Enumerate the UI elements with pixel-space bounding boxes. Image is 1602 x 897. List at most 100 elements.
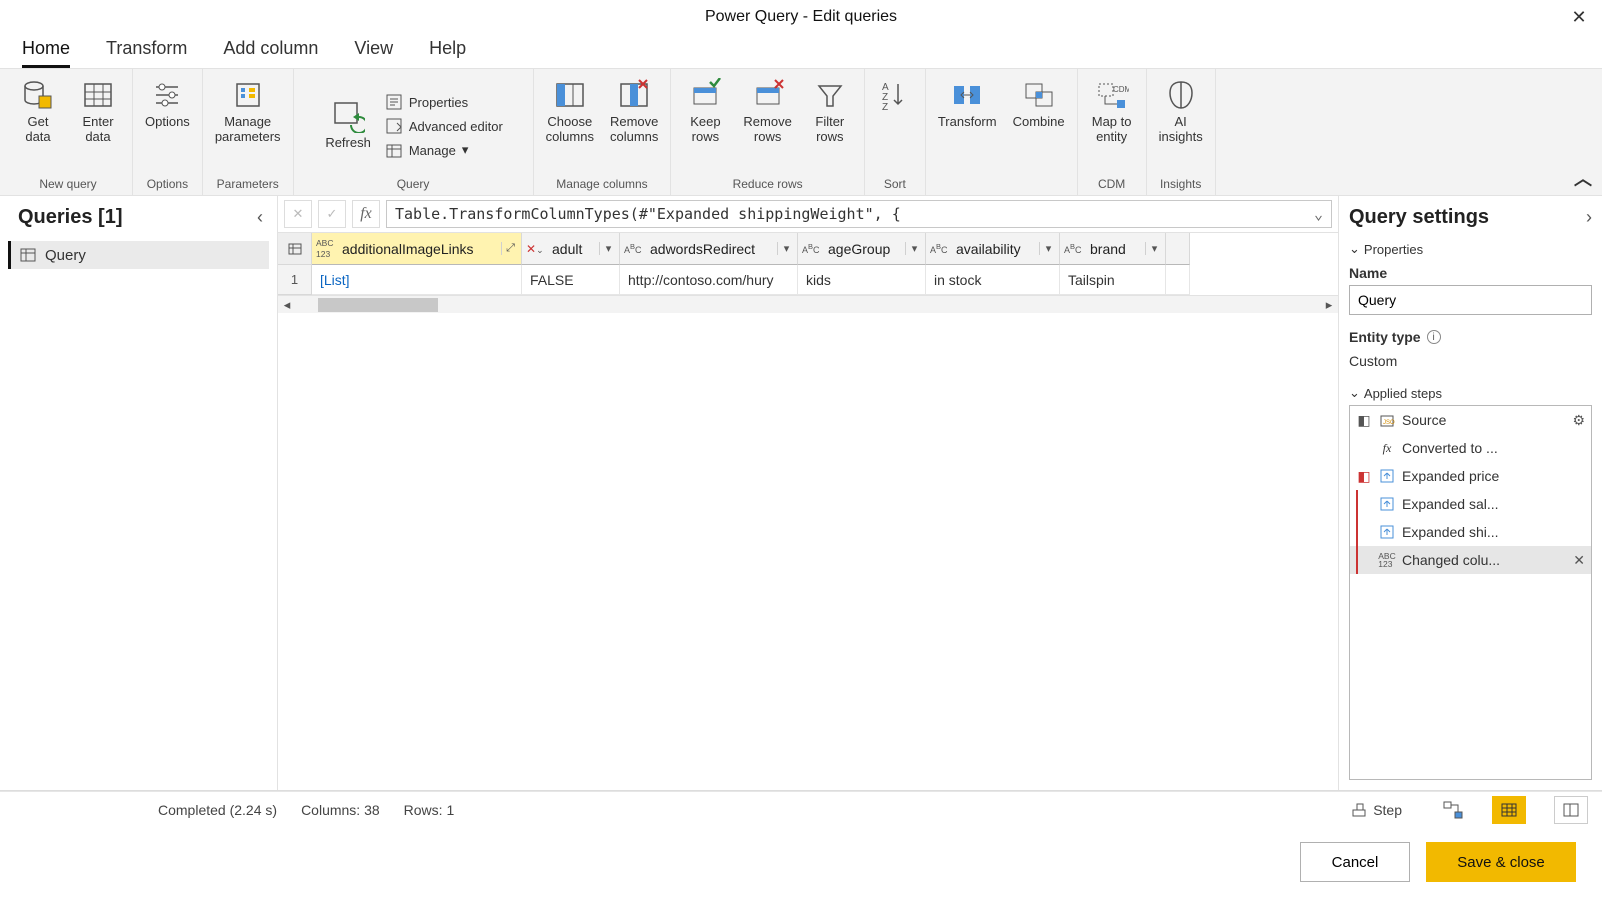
diagram-view-button[interactable] xyxy=(1442,800,1464,820)
column-header[interactable] xyxy=(1166,233,1190,265)
transform-button[interactable]: Transform xyxy=(932,73,1003,134)
table-icon xyxy=(80,77,116,113)
column-header[interactable]: ABCavailability▾ xyxy=(926,233,1060,265)
step-label: Converted to ... xyxy=(1402,440,1585,456)
step-button[interactable]: Step xyxy=(1351,802,1402,818)
combine-button[interactable]: Combine xyxy=(1007,73,1071,134)
table-cell[interactable]: [List] xyxy=(312,265,522,295)
applied-step[interactable]: ◧JSONSource⚙ xyxy=(1350,406,1591,434)
enter-data-button[interactable]: Enter data xyxy=(70,73,126,149)
cancel-button[interactable]: Cancel xyxy=(1300,842,1410,882)
tab-help[interactable]: Help xyxy=(429,38,466,68)
entity-type-value: Custom xyxy=(1349,353,1592,369)
formula-cancel-button[interactable]: ✕ xyxy=(284,200,312,228)
fx-button[interactable]: fx xyxy=(352,200,380,228)
row-number[interactable]: 1 xyxy=(278,265,312,295)
map-to-entity-button[interactable]: CDM Map to entity xyxy=(1084,73,1140,149)
ribbon-collapse-button[interactable]: ︿ xyxy=(1574,165,1592,191)
table-cell[interactable] xyxy=(1166,265,1190,295)
group-label-options: Options xyxy=(139,175,196,193)
close-button[interactable]: ✕ xyxy=(1564,4,1594,30)
query-item[interactable]: Query xyxy=(8,241,269,269)
tab-add-column[interactable]: Add column xyxy=(223,38,318,68)
status-bar: Completed (2.24 s) Columns: 38 Rows: 1 S… xyxy=(0,791,1602,827)
applied-step[interactable]: ABC123Changed colu...✕ xyxy=(1350,546,1591,574)
sort-button[interactable]: AZZ xyxy=(871,73,919,117)
step-type-icon: fx xyxy=(1378,441,1396,456)
column-header[interactable]: ABC123additionalImageLinks⤢ xyxy=(312,233,522,265)
status-columns: Columns: 38 xyxy=(301,802,380,818)
column-type-icon[interactable]: ✕⌄ xyxy=(524,242,548,256)
tab-home[interactable]: Home xyxy=(22,38,70,68)
applied-step[interactable]: Expanded sal... xyxy=(1350,490,1591,518)
column-type-icon[interactable]: ABC xyxy=(622,242,646,256)
applied-step[interactable]: Expanded shi... xyxy=(1350,518,1591,546)
save-close-button[interactable]: Save & close xyxy=(1426,842,1576,882)
column-header[interactable]: ABCbrand▾ xyxy=(1060,233,1166,265)
column-header[interactable]: ABCageGroup▾ xyxy=(798,233,926,265)
table-cell[interactable]: http://contoso.com/hury xyxy=(620,265,798,295)
column-type-icon[interactable]: ABC123 xyxy=(314,238,338,260)
cdm-icon: CDM xyxy=(1094,77,1130,113)
manage-parameters-button[interactable]: Manage parameters xyxy=(209,73,287,149)
step-settings-icon[interactable]: ⚙ xyxy=(1572,412,1585,429)
table-cell[interactable]: in stock xyxy=(926,265,1060,295)
info-icon[interactable]: i xyxy=(1427,330,1441,344)
filter-dropdown-icon[interactable]: ▾ xyxy=(905,242,923,255)
table-row[interactable]: 1[List]FALSEhttp://contoso.com/hurykidsi… xyxy=(278,265,1338,295)
filter-dropdown-icon[interactable]: ▾ xyxy=(777,242,795,255)
table-cell[interactable]: kids xyxy=(798,265,926,295)
collapse-queries-icon[interactable]: ‹ xyxy=(257,207,263,228)
choose-columns-button[interactable]: Choose columns xyxy=(540,73,600,149)
remove-columns-button[interactable]: Remove columns xyxy=(604,73,664,149)
group-options: Options Options xyxy=(133,69,203,195)
tab-view[interactable]: View xyxy=(354,38,393,68)
select-all-button[interactable] xyxy=(278,233,312,265)
column-type-icon[interactable]: ABC xyxy=(928,242,952,256)
filter-dropdown-icon[interactable]: ▾ xyxy=(599,242,617,255)
filter-dropdown-icon[interactable]: ▾ xyxy=(1039,242,1057,255)
tab-transform[interactable]: Transform xyxy=(106,38,187,68)
split-columns-icon xyxy=(949,77,985,113)
column-type-icon[interactable]: ABC xyxy=(1062,242,1086,256)
filter-icon xyxy=(812,77,848,113)
expand-column-icon[interactable]: ⤢ xyxy=(501,242,519,255)
query-name-input[interactable] xyxy=(1349,285,1592,315)
scroll-right-icon[interactable]: ▸ xyxy=(1320,296,1338,314)
applied-step[interactable]: fx Converted to ... xyxy=(1350,434,1591,462)
delete-step-icon[interactable]: ✕ xyxy=(1573,552,1585,569)
advanced-editor-icon xyxy=(385,117,403,135)
table-cell[interactable]: FALSE xyxy=(522,265,620,295)
remove-rows-button[interactable]: Remove rows xyxy=(737,73,797,149)
properties-button[interactable]: Properties xyxy=(381,91,507,113)
get-data-button[interactable]: Get data xyxy=(10,73,66,149)
filter-dropdown-icon[interactable]: ▾ xyxy=(1145,242,1163,255)
scroll-thumb[interactable] xyxy=(318,298,438,312)
column-name: adwordsRedirect xyxy=(646,241,777,257)
applied-steps-section[interactable]: ⌄ Applied steps xyxy=(1349,385,1592,401)
properties-section[interactable]: ⌄ Properties xyxy=(1349,241,1592,257)
applied-step[interactable]: ◧Expanded price xyxy=(1350,462,1591,490)
schema-view-button[interactable] xyxy=(1554,796,1588,824)
column-header[interactable]: ✕⌄adult▾ xyxy=(522,233,620,265)
column-header[interactable]: ABCadwordsRedirect▾ xyxy=(620,233,798,265)
formula-expand-icon[interactable]: ⌄ xyxy=(1314,205,1323,223)
expand-settings-icon[interactable]: › xyxy=(1586,207,1592,228)
data-grid[interactable]: ABC123additionalImageLinks⤢✕⌄adult▾ABCad… xyxy=(278,233,1338,295)
diagram-icon xyxy=(1442,800,1464,820)
ai-insights-button[interactable]: AI insights xyxy=(1153,73,1209,149)
table-cell[interactable]: Tailspin xyxy=(1060,265,1166,295)
manage-button[interactable]: Manage ▾ xyxy=(381,139,507,161)
horizontal-scrollbar[interactable]: ◂ ▸ xyxy=(278,295,1338,313)
filter-rows-button[interactable]: Filter rows xyxy=(802,73,858,149)
refresh-button[interactable]: Refresh xyxy=(319,94,377,155)
advanced-editor-button[interactable]: Advanced editor xyxy=(381,115,507,137)
grid-view-button[interactable] xyxy=(1492,796,1526,824)
options-button[interactable]: Options xyxy=(139,73,196,134)
formula-commit-button[interactable]: ✓ xyxy=(318,200,346,228)
scroll-left-icon[interactable]: ◂ xyxy=(278,296,296,314)
formula-input[interactable]: Table.TransformColumnTypes(#"Expanded sh… xyxy=(386,200,1332,228)
keep-rows-icon xyxy=(687,77,723,113)
keep-rows-button[interactable]: Keep rows xyxy=(677,73,733,149)
column-type-icon[interactable]: ABC xyxy=(800,242,824,256)
